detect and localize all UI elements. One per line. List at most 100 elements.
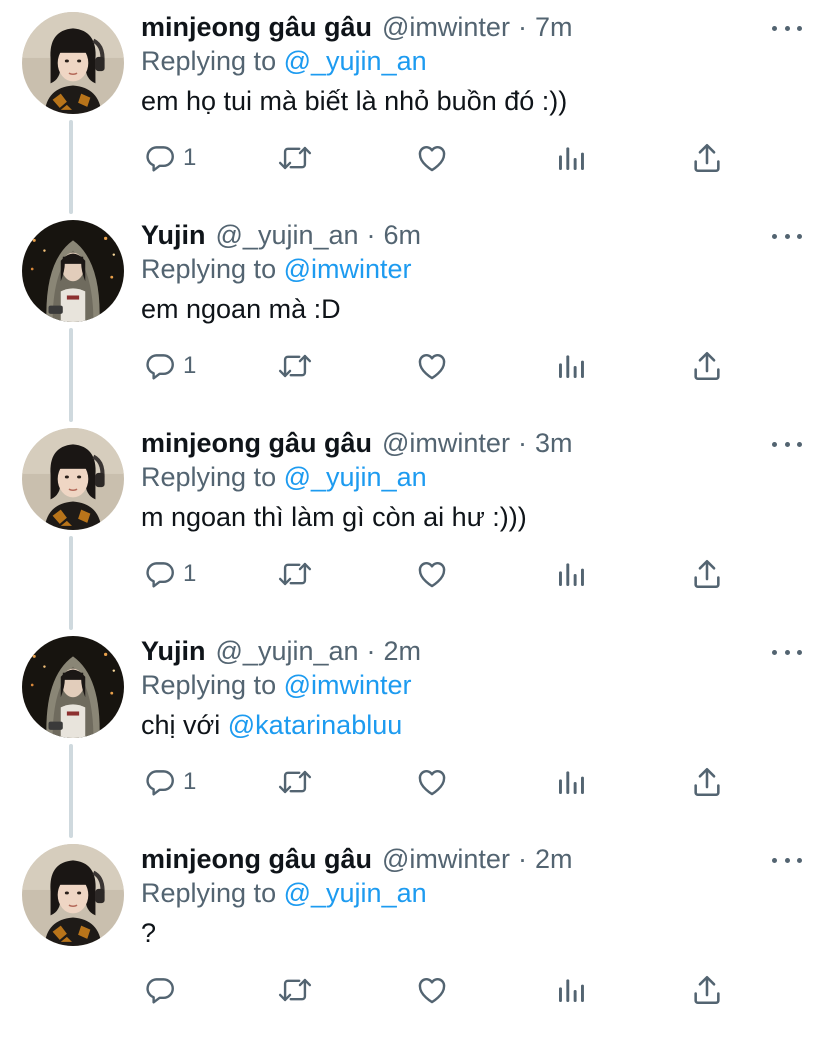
analytics-icon	[559, 355, 584, 378]
avatar[interactable]	[22, 220, 124, 322]
like-icon	[418, 562, 446, 588]
more-icon[interactable]	[772, 226, 802, 246]
more-icon[interactable]	[772, 434, 802, 454]
reply-button[interactable]: 1	[143, 762, 196, 802]
timestamp[interactable]: 2m	[384, 636, 422, 667]
tweet-actions: 1	[0, 346, 828, 386]
tweet-text-content: em họ tui mà biết là nhỏ buồn đó :))	[141, 86, 568, 116]
share-button[interactable]	[690, 970, 724, 1010]
like-icon	[418, 146, 446, 172]
separator-dot: ·	[517, 12, 527, 42]
analytics-button[interactable]	[555, 138, 587, 178]
tweet-actions	[0, 970, 828, 1010]
retweet-button[interactable]	[276, 554, 314, 594]
tweet-text-content: chị với	[141, 710, 228, 740]
analytics-button[interactable]	[555, 970, 587, 1010]
share-button[interactable]	[690, 554, 724, 594]
separator-dot: ·	[517, 844, 527, 874]
replying-to-mention[interactable]: @imwinter	[284, 670, 412, 700]
tweet-3[interactable]: minjeong gâu gâu @imwinter · 3m Replying…	[0, 416, 828, 624]
timestamp[interactable]: 3m	[535, 428, 573, 459]
timestamp[interactable]: 7m	[535, 12, 573, 43]
tweet-text: m ngoan thì làm gì còn ai hư :)))	[141, 502, 527, 533]
thread-connector-line	[69, 120, 73, 214]
avatar-image	[22, 636, 124, 738]
analytics-button[interactable]	[555, 346, 587, 386]
separator-dot: ·	[366, 636, 376, 666]
avatar[interactable]	[22, 428, 124, 530]
like-icon	[418, 978, 446, 1004]
tweet-text: em họ tui mà biết là nhỏ buồn đó :))	[141, 86, 567, 117]
tweet-actions: 1	[0, 554, 828, 594]
timestamp[interactable]: 6m	[384, 220, 422, 251]
tweet-5[interactable]: minjeong gâu gâu @imwinter · 2m Replying…	[0, 832, 828, 1040]
replying-to: Replying to @_yujin_an	[141, 46, 427, 77]
tweet-4[interactable]: Yujin @_yujin_an · 2m Replying to @imwin…	[0, 624, 828, 832]
author-name[interactable]: Yujin	[141, 220, 206, 251]
reply-icon	[146, 978, 174, 1004]
replying-to-label: Replying to	[141, 670, 277, 700]
avatar[interactable]	[22, 844, 124, 946]
like-button[interactable]	[415, 138, 449, 178]
reply-button[interactable]: 1	[143, 346, 196, 386]
reply-icon	[146, 562, 174, 588]
like-button[interactable]	[415, 346, 449, 386]
avatar-image	[22, 220, 124, 322]
replying-to-mention[interactable]: @_yujin_an	[284, 46, 427, 76]
replying-to-label: Replying to	[141, 254, 277, 284]
reply-button[interactable]: 1	[143, 554, 196, 594]
like-button[interactable]	[415, 554, 449, 594]
reply-button[interactable]: 1	[143, 138, 196, 178]
replying-to-label: Replying to	[141, 878, 277, 908]
tweet-1[interactable]: minjeong gâu gâu @imwinter · 7m Replying…	[0, 0, 828, 208]
author-name[interactable]: Yujin	[141, 636, 206, 667]
reply-icon	[146, 146, 174, 172]
retweet-button[interactable]	[276, 346, 314, 386]
timestamp[interactable]: 2m	[535, 844, 573, 875]
analytics-icon	[559, 563, 584, 586]
more-icon[interactable]	[772, 850, 802, 870]
reply-button[interactable]	[143, 970, 183, 1010]
author-handle[interactable]: @imwinter	[382, 12, 510, 43]
avatar-image	[22, 844, 124, 946]
tweet-header: minjeong gâu gâu @imwinter · 2m	[141, 844, 572, 878]
analytics-button[interactable]	[555, 554, 587, 594]
avatar[interactable]	[22, 12, 124, 114]
like-button[interactable]	[415, 762, 449, 802]
share-button[interactable]	[690, 138, 724, 178]
reply-count: 1	[183, 560, 197, 587]
like-button[interactable]	[415, 970, 449, 1010]
replying-to-mention[interactable]: @_yujin_an	[284, 878, 427, 908]
author-name[interactable]: minjeong gâu gâu	[141, 12, 372, 43]
author-name[interactable]: minjeong gâu gâu	[141, 428, 372, 459]
analytics-icon	[559, 771, 584, 794]
retweet-button[interactable]	[276, 762, 314, 802]
tweet-text-content: ?	[141, 918, 157, 948]
share-button[interactable]	[690, 346, 724, 386]
tweet-actions: 1	[0, 138, 828, 178]
like-icon	[418, 354, 446, 380]
tweet-header: Yujin @_yujin_an · 2m	[141, 636, 421, 670]
retweet-button[interactable]	[276, 970, 314, 1010]
avatar[interactable]	[22, 636, 124, 738]
share-icon	[694, 143, 720, 173]
like-icon	[418, 770, 446, 796]
more-icon[interactable]	[772, 642, 802, 662]
analytics-button[interactable]	[555, 762, 587, 802]
tweet-2[interactable]: Yujin @_yujin_an · 6m Replying to @imwin…	[0, 208, 828, 416]
separator-dot: ·	[366, 220, 376, 250]
replying-to-label: Replying to	[141, 462, 277, 492]
author-handle[interactable]: @_yujin_an	[216, 636, 359, 667]
replying-to-mention[interactable]: @imwinter	[284, 254, 412, 284]
author-handle[interactable]: @_yujin_an	[216, 220, 359, 251]
author-handle[interactable]: @imwinter	[382, 428, 510, 459]
share-button[interactable]	[690, 762, 724, 802]
more-icon[interactable]	[772, 18, 802, 38]
author-name[interactable]: minjeong gâu gâu	[141, 844, 372, 875]
retweet-icon	[278, 354, 312, 378]
replying-to-mention[interactable]: @_yujin_an	[284, 462, 427, 492]
retweet-button[interactable]	[276, 138, 314, 178]
analytics-icon	[559, 147, 584, 170]
tweet-mention[interactable]: @katarinabluu	[228, 710, 403, 740]
author-handle[interactable]: @imwinter	[382, 844, 510, 875]
